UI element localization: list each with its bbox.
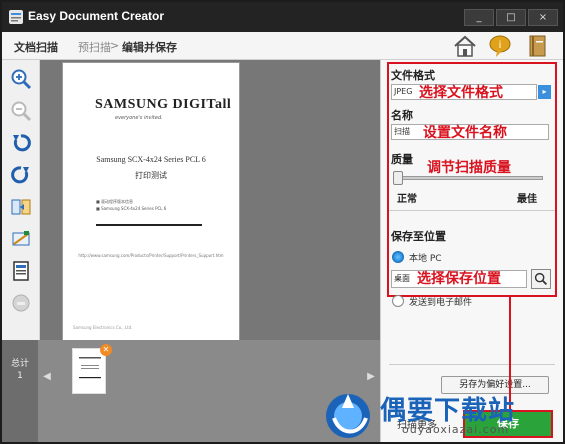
disabled-tool-icon [12, 294, 30, 312]
quality-high-label: 最佳 [517, 194, 537, 205]
title-bar: Easy Document Creator _ □ × [2, 2, 563, 32]
email-label: 发送到电子邮件 [409, 298, 473, 308]
window-title: Easy Document Creator [28, 9, 165, 23]
doc-divider [96, 224, 202, 226]
breadcrumb-document-scan[interactable]: 文档扫描 [14, 39, 58, 55]
total-label: 总计 [10, 359, 29, 369]
breadcrumb-separator: > [110, 39, 120, 52]
document-preview[interactable]: SAMSUNG DIGITall everyone's invited. Sam… [40, 60, 380, 340]
logo-tagline: everyone's invited. [115, 115, 163, 121]
section-divider [389, 210, 555, 211]
remove-thumbnail-icon[interactable]: ✕ [100, 344, 112, 356]
quality-low-label: 正常 [397, 194, 417, 205]
format-annotation: 选择文件格式 [419, 85, 503, 101]
breadcrumb-prescan[interactable]: 预扫描 [78, 39, 111, 55]
edit-tools-sidebar [2, 60, 40, 340]
book-icon[interactable] [524, 33, 550, 59]
page-total: 总计 1 [2, 340, 38, 442]
doc-footer: Samsung Electronics Co., Ltd. [73, 325, 133, 330]
watermark-url: ouyaoxiazai.com [402, 423, 510, 436]
zoom-in-icon[interactable] [10, 68, 32, 90]
watermark-logo-icon [326, 394, 370, 438]
email-radio[interactable] [392, 295, 404, 307]
doc-bullet: Samsung SCX-4x24 Series PCL 6 [96, 206, 166, 211]
doc-bullet: 驱动程序版本信息 [96, 199, 133, 205]
quality-label: 质量 [391, 153, 413, 166]
chevron-down-icon[interactable]: ▸ [538, 85, 551, 99]
doc-subtitle: 打印测试 [135, 171, 167, 180]
doc-url: http://www.samsung.com/Products/Printer/… [78, 253, 224, 258]
close-button[interactable]: × [528, 9, 558, 26]
maximize-button[interactable]: □ [496, 9, 526, 26]
save-options-panel: 文件格式 JPEG ▸ 选择文件格式 名称 扫描 设置文件名称 质量 调节扫描质… [380, 60, 563, 442]
format-label: 文件格式 [391, 69, 435, 82]
save-to-label: 保存至位置 [391, 230, 446, 243]
search-icon[interactable] [531, 269, 551, 289]
quality-slider-track[interactable] [397, 176, 543, 180]
samsung-logo: SAMSUNG DIGITall [95, 97, 232, 112]
watermark-text: 偶要下载站 [380, 396, 516, 426]
local-pc-radio[interactable] [392, 251, 404, 263]
app-window: Easy Document Creator _ □ × 文档扫描 预扫描 > 编… [0, 0, 565, 444]
strip-prev-button[interactable]: ◀ [42, 366, 52, 388]
name-label: 名称 [391, 109, 413, 122]
home-icon[interactable] [452, 33, 478, 59]
thumbnail-content-icon [79, 357, 101, 379]
minimize-button[interactable]: _ [464, 9, 494, 26]
document-page: SAMSUNG DIGITall everyone's invited. Sam… [63, 63, 239, 340]
name-annotation: 设置文件名称 [423, 125, 507, 141]
zoom-out-icon[interactable] [10, 100, 32, 122]
location-annotation: 选择保存位置 [417, 271, 501, 287]
doc-title: Samsung SCX-4x24 Series PCL 6 [96, 155, 206, 164]
app-logo-icon [9, 10, 23, 24]
svg-text:i: i [499, 40, 502, 51]
quality-slider-handle[interactable] [393, 171, 403, 185]
total-count: 1 [17, 371, 23, 381]
quality-annotation: 调节扫描质量 [427, 160, 511, 176]
crop-icon[interactable] [10, 228, 32, 250]
rotate-left-icon[interactable] [10, 132, 32, 154]
strip-next-button[interactable]: ▶ [366, 366, 376, 388]
breadcrumb: 文档扫描 预扫描 > 编辑并保存 i [2, 32, 563, 60]
local-pc-label: 本地 PC [409, 254, 442, 264]
fit-page-icon[interactable] [10, 260, 32, 282]
help-bubble-icon[interactable]: i [487, 33, 513, 59]
breadcrumb-edit-save: 编辑并保存 [122, 41, 177, 54]
flip-icon[interactable] [10, 196, 32, 218]
rotate-right-icon[interactable] [10, 164, 32, 186]
section-divider [389, 364, 555, 365]
page-thumbnail[interactable] [72, 348, 106, 394]
